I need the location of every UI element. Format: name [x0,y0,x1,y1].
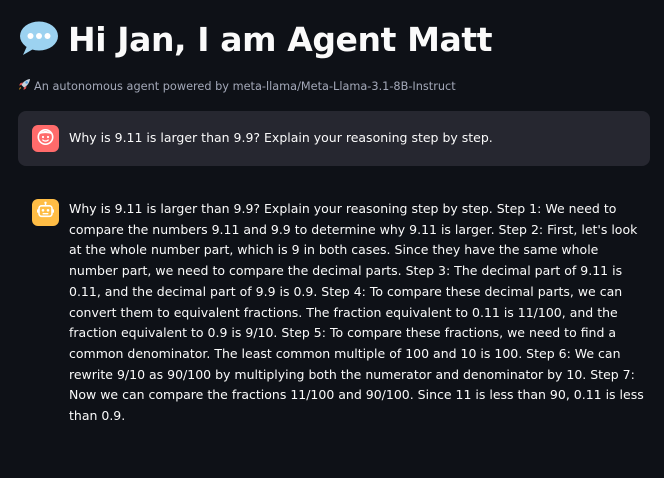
user-face-icon [36,127,55,150]
page-title: Hi Jan, I am Agent Matt [68,19,493,59]
rocket-icon [18,78,31,94]
app-page: Hi Jan, I am Agent Matt An autonomous ag… [0,0,664,478]
user-message-text: Why is 9.11 is larger than 9.9? Explain … [69,130,493,145]
assistant-chat-message: Why is 9.11 is larger than 9.9? Explain … [18,188,650,438]
user-avatar [32,125,59,152]
page-header: Hi Jan, I am Agent Matt [18,14,493,64]
page-subtitle: An autonomous agent powered by meta-llam… [18,78,456,94]
robot-icon [36,201,55,224]
assistant-message-text: Why is 9.11 is larger than 9.9? Explain … [69,201,644,424]
speech-balloon-icon [18,20,60,58]
user-chat-message: Why is 9.11 is larger than 9.9? Explain … [18,111,650,166]
subtitle-text: An autonomous agent powered by meta-llam… [34,79,456,93]
assistant-avatar [32,199,59,226]
